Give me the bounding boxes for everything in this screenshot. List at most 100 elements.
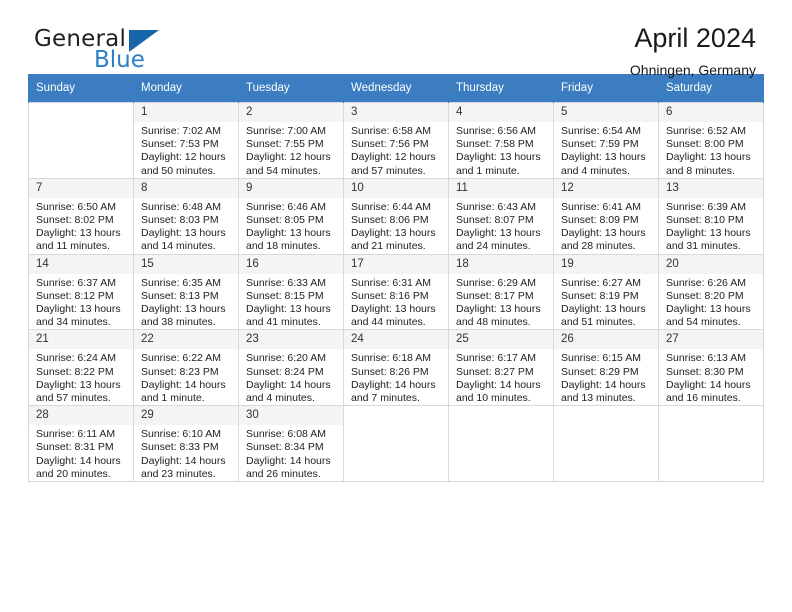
calendar-page: General Blue April 2024 Ohningen, German… — [0, 0, 792, 612]
general-blue-logo[interactable]: General Blue — [34, 26, 234, 74]
calendar-body: 1 Sunrise: 7:02 AM Sunset: 7:53 PM Daylight… — [28, 102, 764, 483]
sunrise-text: Sunrise: 7:00 AM — [246, 125, 326, 137]
calendar-day-cell[interactable]: 3 Sunrise: 6:58 AM Sunset: 7:56 PM Daylight… — [343, 102, 449, 179]
sunrise-text: Sunrise: 6:20 AM — [246, 352, 326, 365]
calendar-day-cell[interactable]: 14 Sunrise: 6:37 AM Sunset: 8:12 PM Dayligh… — [28, 253, 134, 331]
sunrise-text: Sunrise: 6:15 AM — [561, 352, 641, 365]
sunrise-text: Sunrise: 6:08 AM — [246, 428, 326, 441]
sunrise-text: Sunrise: 6:41 AM — [561, 200, 641, 213]
daylight-text: Daylight: 14 hours and 10 minutes. — [456, 378, 541, 405]
calendar-day-cell[interactable]: 25 Sunrise: 6:17 AM Sunset: 8:27 PM Dayligh… — [448, 329, 554, 407]
calendar-week-row: 1 Sunrise: 7:02 AM Sunset: 7:53 PM Daylight… — [28, 102, 764, 179]
daylight-text: Daylight: 13 hours and 51 minutes. — [561, 303, 646, 329]
day-details: Sunrise: 6:52 AM Sunset: 8:00 PM Daylight:… — [659, 122, 763, 178]
calendar-day-cell[interactable]: 22 Sunrise: 6:22 AM Sunset: 8:23 PM Dayligh… — [133, 329, 239, 407]
day-details: Sunrise: 6:26 AM Sunset: 8:20 PM Daylight:… — [659, 274, 763, 330]
day-details: Sunrise: 6:08 AM Sunset: 8:34 PM Daylight:… — [239, 425, 343, 481]
calendar-cell-empty — [448, 405, 554, 483]
calendar-day-cell[interactable]: 6 Sunrise: 6:52 AM Sunset: 8:00 PM Daylight… — [658, 102, 764, 179]
weekday-header-thursday: Thursday — [448, 74, 554, 103]
daylight-text: Daylight: 12 hours and 50 minutes. — [141, 151, 226, 177]
sunrise-text: Sunrise: 6:17 AM — [456, 352, 536, 365]
daylight-text: Daylight: 14 hours and 16 minutes. — [666, 378, 751, 405]
sunset-text: Sunset: 8:19 PM — [561, 289, 639, 302]
title-block: April 2024 Ohningen, Germany — [630, 22, 756, 80]
daylight-text: Daylight: 13 hours and 8 minutes. — [666, 151, 751, 177]
day-number: 7 — [29, 178, 133, 198]
calendar-week-row: 7 Sunrise: 6:50 AM Sunset: 8:02 PM Daylight… — [28, 177, 764, 255]
daylight-text: Daylight: 12 hours and 54 minutes. — [246, 151, 331, 177]
day-details: Sunrise: 6:43 AM Sunset: 8:07 PM Daylight:… — [449, 198, 553, 254]
day-details: Sunrise: 6:37 AM Sunset: 8:12 PM Daylight:… — [29, 274, 133, 330]
calendar-day-cell[interactable]: 7 Sunrise: 6:50 AM Sunset: 8:02 PM Daylight… — [28, 177, 134, 255]
sunset-text: Sunset: 8:15 PM — [246, 289, 324, 302]
day-details: Sunrise: 6:29 AM Sunset: 8:17 PM Daylight:… — [449, 274, 553, 330]
sunset-text: Sunset: 8:00 PM — [666, 138, 744, 151]
sunrise-text: Sunrise: 6:33 AM — [246, 276, 326, 289]
sunset-text: Sunset: 8:29 PM — [561, 365, 639, 378]
calendar-day-cell[interactable]: 27 Sunrise: 6:13 AM Sunset: 8:30 PM Dayligh… — [658, 329, 764, 407]
calendar-day-cell[interactable]: 30 Sunrise: 6:08 AM Sunset: 8:34 PM Dayligh… — [238, 405, 344, 483]
sunset-text: Sunset: 8:07 PM — [456, 214, 534, 227]
calendar-day-cell[interactable]: 13 Sunrise: 6:39 AM Sunset: 8:10 PM Dayligh… — [658, 177, 764, 255]
day-details: Sunrise: 6:56 AM Sunset: 7:58 PM Daylight:… — [449, 122, 553, 178]
day-number: 30 — [239, 406, 343, 426]
calendar-day-cell[interactable]: 29 Sunrise: 6:10 AM Sunset: 8:33 PM Dayligh… — [133, 405, 239, 483]
day-number: 22 — [134, 330, 238, 350]
sunset-text: Sunset: 8:22 PM — [36, 365, 114, 378]
day-number: 21 — [29, 330, 133, 350]
sunset-text: Sunset: 8:23 PM — [141, 365, 219, 378]
calendar-day-cell[interactable]: 10 Sunrise: 6:44 AM Sunset: 8:06 PM Dayligh… — [343, 177, 449, 255]
calendar-day-cell[interactable]: 11 Sunrise: 6:43 AM Sunset: 8:07 PM Dayligh… — [448, 177, 554, 255]
sunrise-text: Sunrise: 6:29 AM — [456, 276, 536, 289]
sunset-text: Sunset: 7:55 PM — [246, 138, 324, 151]
sunset-text: Sunset: 8:31 PM — [36, 441, 114, 454]
daylight-text: Daylight: 13 hours and 28 minutes. — [561, 227, 646, 253]
daylight-text: Daylight: 13 hours and 57 minutes. — [36, 378, 121, 405]
daylight-text: Daylight: 13 hours and 34 minutes. — [36, 303, 121, 329]
calendar-day-cell[interactable]: 23 Sunrise: 6:20 AM Sunset: 8:24 PM Dayligh… — [238, 329, 344, 407]
daylight-text: Daylight: 14 hours and 1 minute. — [141, 378, 226, 405]
calendar-day-cell[interactable]: 4 Sunrise: 6:56 AM Sunset: 7:58 PM Daylight… — [448, 102, 554, 179]
calendar-day-cell[interactable]: 9 Sunrise: 6:46 AM Sunset: 8:05 PM Daylight… — [238, 177, 344, 255]
weekday-header-wednesday: Wednesday — [343, 74, 449, 103]
page-header: General Blue April 2024 Ohningen, German… — [28, 0, 764, 78]
sunset-text: Sunset: 8:13 PM — [141, 289, 219, 302]
day-number: 29 — [134, 406, 238, 426]
day-number: 8 — [134, 178, 238, 198]
day-number: 20 — [659, 254, 763, 274]
day-number: 16 — [239, 254, 343, 274]
sunset-text: Sunset: 8:20 PM — [666, 289, 744, 302]
calendar-day-cell[interactable]: 28 Sunrise: 6:11 AM Sunset: 8:31 PM Dayligh… — [28, 405, 134, 483]
sunrise-text: Sunrise: 6:43 AM — [456, 200, 536, 213]
sunset-text: Sunset: 8:16 PM — [351, 289, 429, 302]
sunset-text: Sunset: 8:33 PM — [141, 441, 219, 454]
calendar-day-cell[interactable]: 16 Sunrise: 6:33 AM Sunset: 8:15 PM Dayligh… — [238, 253, 344, 331]
sunrise-text: Sunrise: 6:24 AM — [36, 352, 116, 365]
calendar-day-cell[interactable]: 8 Sunrise: 6:48 AM Sunset: 8:03 PM Daylight… — [133, 177, 239, 255]
calendar-day-cell[interactable]: 2 Sunrise: 7:00 AM Sunset: 7:55 PM Daylight… — [238, 102, 344, 179]
calendar-day-cell[interactable]: 19 Sunrise: 6:27 AM Sunset: 8:19 PM Dayligh… — [553, 253, 659, 331]
page-subtitle: Ohningen, Germany — [629, 62, 756, 78]
day-number: 23 — [239, 330, 343, 350]
calendar-day-cell[interactable]: 18 Sunrise: 6:29 AM Sunset: 8:17 PM Dayligh… — [448, 253, 554, 331]
calendar-day-cell[interactable]: 24 Sunrise: 6:18 AM Sunset: 8:26 PM Dayligh… — [343, 329, 449, 407]
day-number: 18 — [449, 254, 553, 274]
daylight-text: Daylight: 13 hours and 54 minutes. — [666, 303, 751, 329]
calendar-day-cell[interactable]: 12 Sunrise: 6:41 AM Sunset: 8:09 PM Dayligh… — [553, 177, 659, 255]
sunset-text: Sunset: 8:34 PM — [246, 441, 324, 454]
daylight-text: Daylight: 13 hours and 14 minutes. — [141, 227, 226, 253]
sunset-text: Sunset: 8:09 PM — [561, 214, 639, 227]
calendar-day-cell[interactable]: 1 Sunrise: 7:02 AM Sunset: 7:53 PM Daylight… — [133, 102, 239, 179]
day-number: 10 — [344, 178, 448, 198]
weekday-header-monday: Monday — [133, 74, 239, 103]
calendar-day-cell[interactable]: 17 Sunrise: 6:31 AM Sunset: 8:16 PM Dayligh… — [343, 253, 449, 331]
calendar-day-cell[interactable]: 5 Sunrise: 6:54 AM Sunset: 7:59 PM Daylight… — [553, 102, 659, 179]
weekday-header-sunday: Sunday — [28, 74, 134, 103]
calendar-day-cell[interactable]: 26 Sunrise: 6:15 AM Sunset: 8:29 PM Dayligh… — [553, 329, 659, 407]
calendar-day-cell[interactable]: 20 Sunrise: 6:26 AM Sunset: 8:20 PM Dayligh… — [658, 253, 764, 331]
day-details: Sunrise: 6:46 AM Sunset: 8:05 PM Daylight:… — [239, 198, 343, 254]
calendar-day-cell[interactable]: 15 Sunrise: 6:35 AM Sunset: 8:13 PM Dayligh… — [133, 253, 239, 331]
day-details: Sunrise: 6:20 AM Sunset: 8:24 PM Daylight:… — [239, 349, 343, 405]
calendar-day-cell[interactable]: 21 Sunrise: 6:24 AM Sunset: 8:22 PM Dayligh… — [28, 329, 134, 407]
